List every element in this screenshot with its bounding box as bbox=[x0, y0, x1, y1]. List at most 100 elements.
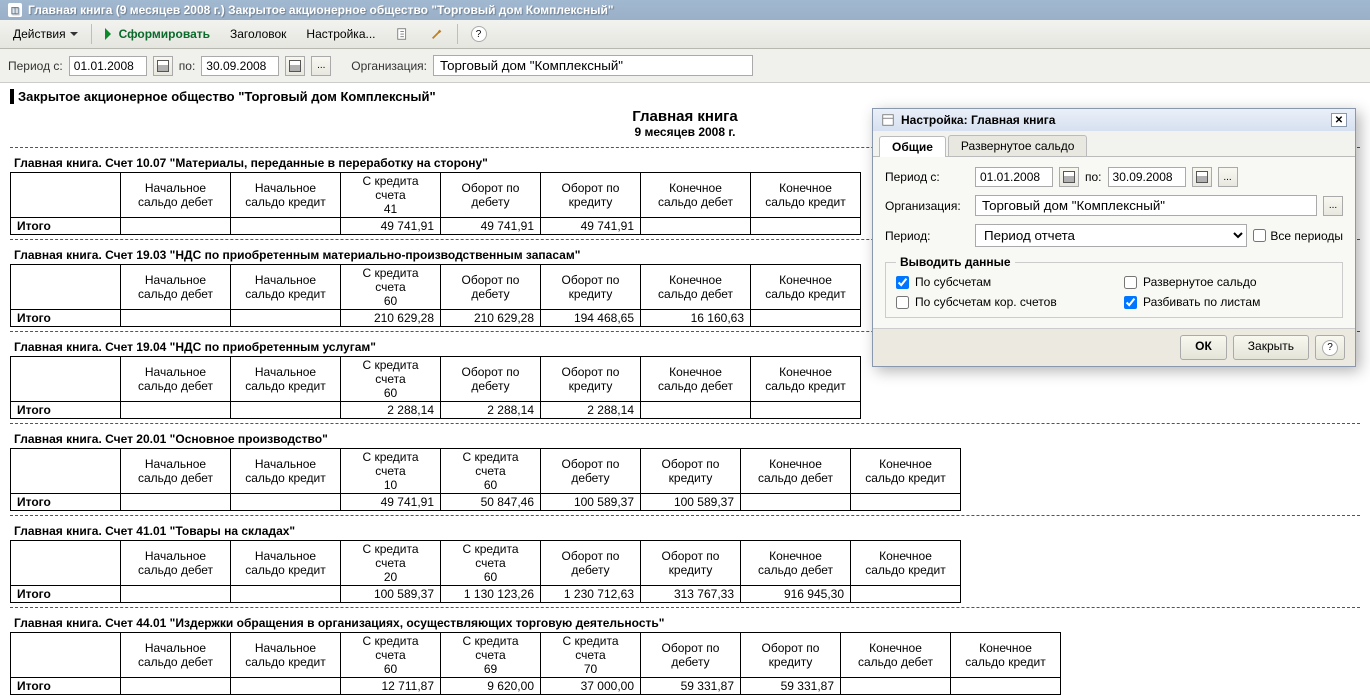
cell: 916 945,30 bbox=[741, 586, 851, 603]
col-header: Оборот покредиту bbox=[541, 173, 641, 218]
col-header: Начальноесальдо дебет bbox=[121, 357, 231, 402]
settings-title: Настройка: Главная книга bbox=[901, 113, 1055, 127]
cb-sub-corr[interactable]: По субсчетам кор. счетов bbox=[896, 295, 1104, 309]
s-all-periods-checkbox[interactable] bbox=[1253, 229, 1266, 242]
settings-ok-button[interactable]: ОК bbox=[1180, 335, 1227, 360]
col-header: Конечноесальдо кредит bbox=[751, 173, 861, 218]
cell: 2 288,14 bbox=[441, 402, 541, 419]
s-org-chooser-button[interactable]: ... bbox=[1323, 196, 1343, 216]
actions-button[interactable]: Действия bbox=[4, 23, 87, 45]
col-header: Оборот покредиту bbox=[541, 265, 641, 310]
s-period-to-input[interactable] bbox=[1108, 167, 1186, 187]
s-all-periods[interactable]: Все периоды bbox=[1253, 229, 1343, 243]
cell: 9 620,00 bbox=[441, 678, 541, 695]
cb-expanded[interactable]: Развернутое сальдо bbox=[1124, 275, 1332, 289]
cell: 16 160,63 bbox=[641, 310, 751, 327]
col-header: С кредита счета60 bbox=[341, 633, 441, 678]
col-header: Конечноесальдо дебет bbox=[741, 541, 851, 586]
s-org-input[interactable] bbox=[975, 195, 1317, 216]
s-period-from-input[interactable] bbox=[975, 167, 1053, 187]
col-header: Оборот подебету bbox=[441, 357, 541, 402]
settings-icon bbox=[881, 113, 895, 127]
s-calendar-from-button[interactable] bbox=[1059, 167, 1079, 187]
ledger-table: Начальноесальдо дебетНачальноесальдо кре… bbox=[10, 632, 1061, 695]
col-header: Конечноесальдо дебет bbox=[741, 449, 851, 494]
cb-sub-corr-checkbox[interactable] bbox=[896, 296, 909, 309]
s-calendar-to-button[interactable] bbox=[1192, 167, 1212, 187]
cell bbox=[741, 494, 851, 511]
col-header: Начальноесальдо кредит bbox=[231, 265, 341, 310]
row-label: Итого bbox=[11, 494, 121, 511]
cb-break[interactable]: Разбивать по листам bbox=[1124, 295, 1332, 309]
col-blank bbox=[11, 633, 121, 678]
settings-help-button[interactable]: ? bbox=[1315, 335, 1345, 360]
row-label: Итого bbox=[11, 402, 121, 419]
cell: 49 741,91 bbox=[441, 218, 541, 235]
period-from-input[interactable] bbox=[69, 56, 147, 76]
col-header: Начальноесальдо кредит bbox=[231, 357, 341, 402]
settings-titlebar[interactable]: Настройка: Главная книга ✕ bbox=[873, 109, 1355, 131]
settings-dialog: Настройка: Главная книга ✕ Общие Разверн… bbox=[872, 108, 1356, 367]
col-header: Конечноесальдо кредит bbox=[751, 357, 861, 402]
settings-button[interactable]: Настройка... bbox=[297, 23, 384, 45]
cell bbox=[751, 402, 861, 419]
cell: 100 589,37 bbox=[341, 586, 441, 603]
cb-break-checkbox[interactable] bbox=[1124, 296, 1137, 309]
cell: 2 288,14 bbox=[541, 402, 641, 419]
period-chooser-button[interactable]: ... bbox=[311, 56, 331, 76]
col-header: С кредита счета60 bbox=[341, 265, 441, 310]
header-button[interactable]: Заголовок bbox=[221, 23, 295, 45]
row-label: Итого bbox=[11, 678, 121, 695]
report-org-name: Закрытое акционерное общество "Торговый … bbox=[10, 89, 1360, 104]
col-header: С кредита счета60 bbox=[441, 449, 541, 494]
period-to-label: по: bbox=[179, 59, 196, 73]
play-icon bbox=[105, 28, 117, 40]
calendar-from-button[interactable] bbox=[153, 56, 173, 76]
cell bbox=[121, 310, 231, 327]
cell bbox=[951, 678, 1061, 695]
generate-button[interactable]: Сформировать bbox=[96, 23, 219, 45]
col-header: Конечноесальдо дебет bbox=[641, 173, 751, 218]
col-header: Оборот подебету bbox=[541, 541, 641, 586]
col-header: Конечноесальдо кредит bbox=[751, 265, 861, 310]
s-period-to-label: по: bbox=[1085, 170, 1102, 184]
cell: 12 711,87 bbox=[341, 678, 441, 695]
cell: 49 741,91 bbox=[341, 218, 441, 235]
section-title: Главная книга. Счет 41.01 "Товары на скл… bbox=[14, 524, 1360, 538]
cb-sub[interactable]: По субсчетам bbox=[896, 275, 1104, 289]
col-header: Начальноесальдо кредит bbox=[231, 541, 341, 586]
s-period-from-label: Период с: bbox=[885, 170, 969, 184]
cell bbox=[121, 218, 231, 235]
cell bbox=[641, 218, 751, 235]
s-period-chooser-button[interactable]: ... bbox=[1218, 167, 1238, 187]
period-from-label: Период с: bbox=[8, 59, 63, 73]
col-header: Начальноесальдо дебет bbox=[121, 265, 231, 310]
settings-close-btn[interactable]: Закрыть bbox=[1233, 335, 1309, 360]
cb-sub-checkbox[interactable] bbox=[896, 276, 909, 289]
help-button[interactable]: ? bbox=[462, 22, 496, 46]
tab-general[interactable]: Общие bbox=[879, 136, 946, 157]
s-period-select[interactable]: Период отчета bbox=[975, 224, 1247, 247]
cb-expanded-checkbox[interactable] bbox=[1124, 276, 1137, 289]
cell bbox=[751, 218, 861, 235]
ledger-table: Начальноесальдо дебетНачальноесальдо кре… bbox=[10, 264, 861, 327]
period-to-input[interactable] bbox=[201, 56, 279, 76]
ledger-table: Начальноесальдо дебетНачальноесальдо кре… bbox=[10, 540, 961, 603]
tool-icon-2[interactable] bbox=[421, 23, 453, 45]
calendar-to-button[interactable] bbox=[285, 56, 305, 76]
tab-expanded-saldo[interactable]: Развернутое сальдо bbox=[948, 135, 1088, 156]
dash-line bbox=[10, 423, 1360, 424]
cell bbox=[231, 402, 341, 419]
tool-icon-1[interactable] bbox=[387, 23, 419, 45]
cell: 1 230 712,63 bbox=[541, 586, 641, 603]
col-header: Начальноесальдо дебет bbox=[121, 633, 231, 678]
filter-bar: Период с: по: ... Организация: bbox=[0, 49, 1370, 83]
col-blank bbox=[11, 357, 121, 402]
org-input[interactable] bbox=[433, 55, 753, 76]
col-header: Оборот покредиту bbox=[641, 541, 741, 586]
org-label: Организация: bbox=[351, 59, 427, 73]
settings-close-button[interactable]: ✕ bbox=[1331, 113, 1347, 127]
section-title: Главная книга. Счет 44.01 "Издержки обра… bbox=[14, 616, 1360, 630]
cell bbox=[121, 494, 231, 511]
s-period-label: Период: bbox=[885, 229, 969, 243]
